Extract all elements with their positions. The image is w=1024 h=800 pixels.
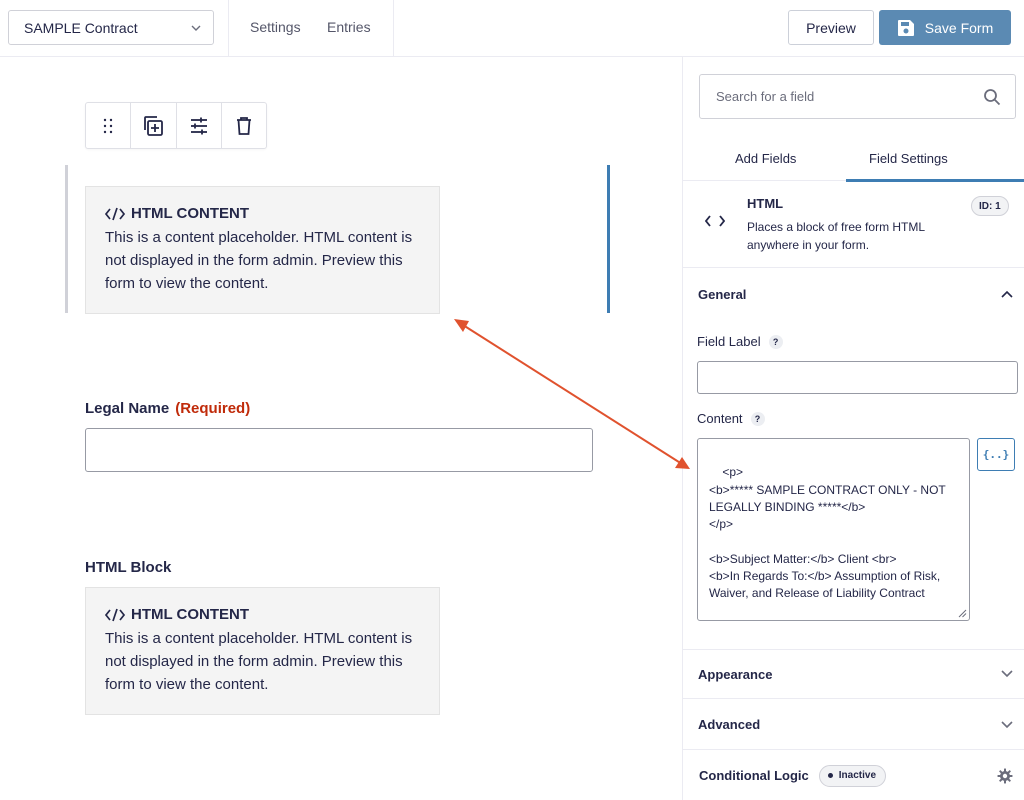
gear-icon[interactable]: [997, 768, 1013, 784]
section-general-label: General: [698, 286, 747, 302]
chevron-down-icon: [1001, 720, 1013, 728]
field-type-title: HTML: [747, 196, 784, 211]
form-selector-label: SAMPLE Contract: [24, 19, 138, 36]
resize-handle-icon[interactable]: [958, 609, 967, 618]
html-content-placeholder[interactable]: HTML CONTENT This is a content placehold…: [85, 587, 440, 715]
field-toolbar: [85, 102, 267, 149]
trash-icon: [236, 116, 251, 135]
section-conditional-logic[interactable]: Conditional Logic Inactive: [683, 751, 1024, 800]
code-icon: [105, 207, 125, 220]
html-content-heading: HTML CONTENT: [105, 205, 420, 222]
tab-field-settings[interactable]: Field Settings: [869, 151, 948, 166]
preview-button[interactable]: Preview: [788, 10, 874, 45]
legal-name-label: Legal Name (Required): [85, 400, 251, 417]
form-canvas: HTML CONTENT This is a content placehold…: [0, 58, 682, 800]
selected-field-border: [607, 165, 610, 313]
status-dot-icon: [827, 773, 833, 778]
required-indicator: (Required): [175, 400, 251, 417]
html-content-heading: HTML CONTENT: [105, 606, 420, 623]
status-badge: Inactive: [818, 764, 887, 787]
chevron-down-icon: [1001, 670, 1013, 678]
selected-field-border: [65, 165, 68, 313]
top-bar: SAMPLE Contract Settings Entries Preview…: [0, 0, 1024, 57]
content-label: Content ?: [697, 411, 765, 426]
field-info: HTML Places a block of free form HTML an…: [683, 182, 1024, 268]
search-icon: [984, 88, 1001, 105]
field-label-input[interactable]: [697, 361, 1018, 394]
drag-handle[interactable]: [86, 103, 132, 148]
field-id-badge: ID: 1: [971, 196, 1009, 216]
drag-icon: [103, 118, 113, 133]
html-content-placeholder[interactable]: HTML CONTENT This is a content placehold…: [85, 186, 440, 314]
section-advanced[interactable]: Advanced: [683, 700, 1024, 750]
sidebar-tabs: Add Fields Field Settings: [683, 139, 1024, 182]
field-settings-button[interactable]: [177, 103, 222, 148]
duplicate-icon: [144, 115, 164, 136]
html-block-label: HTML Block: [85, 559, 172, 576]
save-form-button[interactable]: Save Form: [879, 10, 1011, 45]
merge-tag-button[interactable]: {..}: [977, 438, 1015, 471]
section-appearance-label: Appearance: [698, 666, 773, 682]
legal-name-input[interactable]: [85, 428, 593, 472]
tab-add-fields[interactable]: Add Fields: [735, 151, 796, 166]
html-content-text: This is a content placeholder. HTML cont…: [105, 630, 413, 693]
field-search-input[interactable]: Search for a field: [699, 74, 1016, 119]
duplicate-field-button[interactable]: [131, 103, 177, 148]
code-icon: [705, 215, 725, 227]
section-appearance[interactable]: Appearance: [683, 649, 1024, 699]
search-placeholder: Search for a field: [716, 89, 815, 104]
section-advanced-label: Advanced: [698, 717, 761, 732]
help-icon[interactable]: ?: [750, 411, 765, 426]
content-value: <p> <b>***** SAMPLE CONTRACT ONLY - NOT …: [709, 465, 946, 601]
sliders-icon: [190, 117, 207, 134]
html-content-text: This is a content placeholder. HTML cont…: [105, 229, 413, 292]
field-type-description: Places a block of free form HTML anywher…: [747, 220, 925, 252]
divider: [228, 0, 229, 57]
divider: [393, 0, 394, 57]
help-icon[interactable]: ?: [768, 334, 783, 349]
form-selector[interactable]: SAMPLE Contract: [8, 10, 214, 45]
conditional-logic-label: Conditional Logic: [699, 768, 809, 783]
chevron-up-icon: [1001, 290, 1013, 298]
settings-sidebar: Search for a field Add Fields Field Sett…: [682, 57, 1024, 800]
code-icon: [105, 608, 125, 621]
nav-settings[interactable]: Settings: [250, 19, 301, 35]
delete-field-button[interactable]: [222, 103, 266, 148]
field-label-label: Field Label ?: [697, 334, 783, 349]
chevron-down-icon: [191, 25, 201, 31]
save-form-label: Save Form: [924, 19, 994, 36]
save-icon: [897, 19, 914, 36]
content-textarea[interactable]: <p> <b>***** SAMPLE CONTRACT ONLY - NOT …: [697, 438, 970, 621]
section-general[interactable]: General: [683, 269, 1024, 319]
nav-entries[interactable]: Entries: [327, 19, 371, 35]
